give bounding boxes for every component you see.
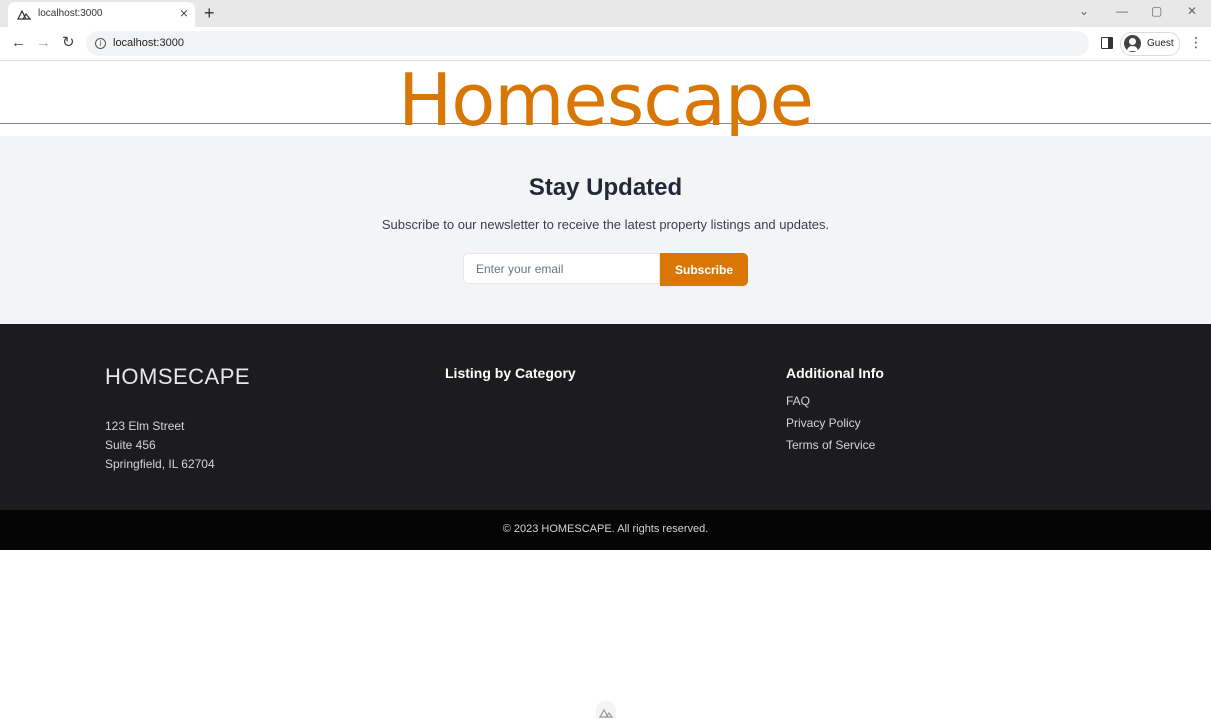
address-line: Suite 456 (105, 438, 156, 452)
back-icon[interactable]: ← (11, 35, 26, 51)
profile-button[interactable]: Guest (1120, 32, 1180, 56)
minimize-button[interactable]: — (1116, 4, 1128, 18)
site-brand[interactable]: Homescape (0, 55, 1211, 145)
browser-menu-icon[interactable]: ⋮ (1189, 34, 1203, 50)
site-header: Homescape (0, 58, 1211, 142)
close-window-button[interactable]: ✕ (1187, 4, 1197, 18)
reload-icon[interactable]: ↻ (62, 35, 75, 51)
nuxt-logo-icon (598, 708, 614, 718)
nuxt-favicon-icon (17, 9, 31, 20)
subscribe-button[interactable]: Subscribe (660, 253, 748, 286)
avatar-icon (1124, 35, 1141, 52)
browser-tabbar: localhost:3000 × + ⌄ — ▢ ✕ (0, 0, 1211, 27)
nuxt-devtools-icon[interactable] (596, 701, 616, 719)
site-footer: HOMSECAPE 123 Elm Street Suite 456 Sprin… (0, 324, 1211, 511)
copyright-bar: © 2023 HOMESCAPE. All rights reserved. (0, 510, 1211, 550)
additional-info-heading: Additional Info (786, 365, 884, 381)
browser-tab[interactable]: localhost:3000 × (8, 2, 195, 27)
address-bar[interactable]: i localhost:3000 (86, 31, 1089, 56)
privacy-policy-link[interactable]: Privacy Policy (786, 412, 875, 434)
newsletter-title: Stay Updated (528, 174, 683, 201)
terms-of-service-link[interactable]: Terms of Service (786, 434, 875, 456)
site-info-icon[interactable]: i (95, 38, 106, 49)
profile-label: Guest (1147, 38, 1174, 49)
copyright-text: © 2023 HOMESCAPE. All rights reserved. (502, 523, 709, 535)
new-tab-button[interactable]: + (204, 2, 215, 24)
page-viewport: Homescape Stay Updated Subscribe to our … (0, 58, 1211, 719)
tab-search-icon[interactable]: ⌄ (1079, 4, 1089, 18)
forward-icon[interactable]: → (36, 35, 51, 51)
footer-address: 123 Elm Street Suite 456 Springfield, IL… (105, 417, 215, 474)
newsletter-form: Subscribe (463, 253, 748, 286)
address-line: Springfield, IL 62704 (105, 457, 215, 471)
newsletter-description: Subscribe to our newsletter to receive t… (381, 217, 830, 232)
additional-info-links: FAQ Privacy Policy Terms of Service (786, 390, 875, 456)
url-text[interactable]: localhost:3000 (113, 37, 184, 49)
tab-close-icon[interactable]: × (180, 5, 188, 21)
newsletter-section: Stay Updated Subscribe to our newsletter… (0, 136, 1211, 324)
faq-link[interactable]: FAQ (786, 390, 875, 412)
email-input[interactable] (463, 253, 660, 284)
tab-title: localhost:3000 (38, 8, 103, 19)
maximize-button[interactable]: ▢ (1151, 4, 1162, 18)
footer-logo[interactable]: HOMSECAPE (105, 364, 250, 390)
address-line: 123 Elm Street (105, 419, 185, 433)
listing-category-heading: Listing by Category (445, 365, 576, 381)
side-panel-icon[interactable] (1101, 37, 1113, 49)
